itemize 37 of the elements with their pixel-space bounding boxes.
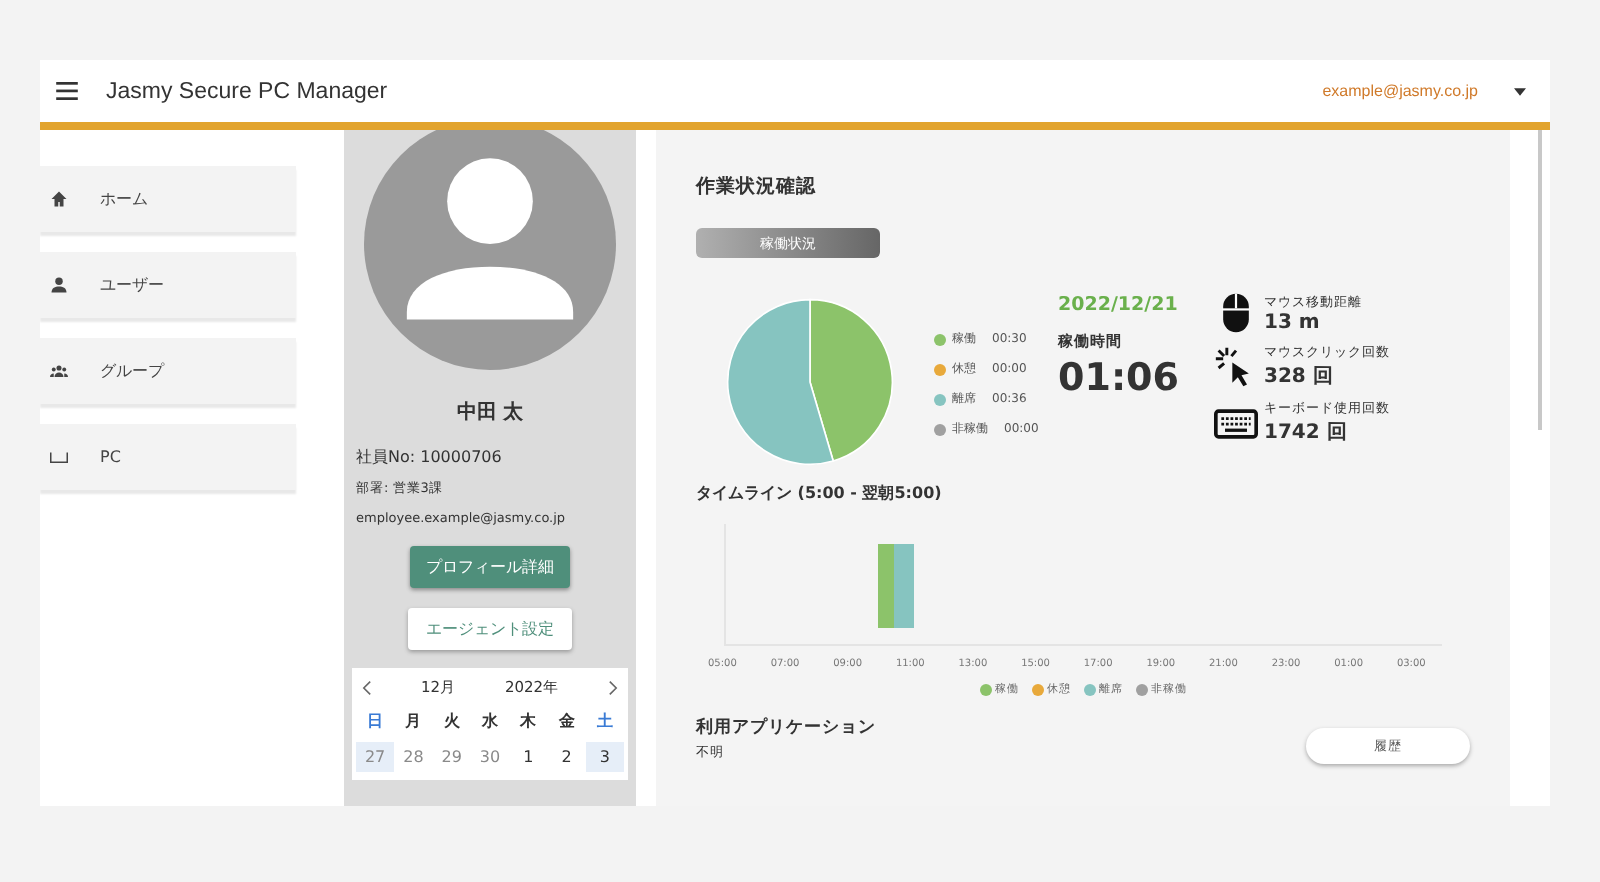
chevron-right-icon[interactable] [608,680,618,696]
weekday-label: 日 [365,710,386,734]
section-title: 作業状況確認 [696,174,818,200]
home-icon [50,190,68,208]
sidebar-item[interactable]: ユーザー [40,252,296,318]
sidebar-item[interactable]: ホーム [40,166,296,232]
weekday-label: 金 [556,710,577,734]
sidebar-item[interactable]: グループ [40,338,296,404]
profile-detail-button[interactable]: プロフィール詳細 [410,546,570,588]
calendar-day[interactable]: 3 [585,742,624,772]
person-icon [50,276,68,294]
group-icon [50,362,68,380]
uptime-value: 01:06 [1058,356,1181,400]
stat-value: 328 回 [1264,364,1335,390]
apps-title: 利用アプリケーション [696,716,876,740]
timeline-title: タイムライン (5:00 - 翌朝5:00) [696,482,944,504]
calendar-day[interactable]: 2 [547,742,586,772]
app-title: Jasmy Secure PC Manager [106,79,390,103]
employee-number: 社員No: 10000706 [356,446,502,468]
agent-settings-button[interactable]: エージェント設定 [408,608,572,650]
menu-icon[interactable] [56,82,78,100]
caret-icon[interactable] [1514,87,1526,95]
weekday-label: 月 [403,710,424,734]
weekday-label: 火 [441,710,462,734]
weekday-label: 土 [594,710,615,734]
chevron-left-icon[interactable] [362,680,372,696]
timeline-bar [878,544,914,628]
weekday-label: 水 [479,710,500,734]
calendar-day[interactable]: 1 [509,742,548,772]
user-name: 中田 太 [456,399,524,426]
scrollbar-thumb[interactable] [1538,130,1542,430]
sidebar-item[interactable]: PC [40,424,296,490]
date-text: 2022/12/21 [1058,294,1180,316]
stat-value: 1742 回 [1264,420,1349,446]
weekday-label: 木 [517,710,539,734]
calendar-day[interactable]: 29 [432,742,471,772]
stat-value: 13 m [1264,312,1322,334]
